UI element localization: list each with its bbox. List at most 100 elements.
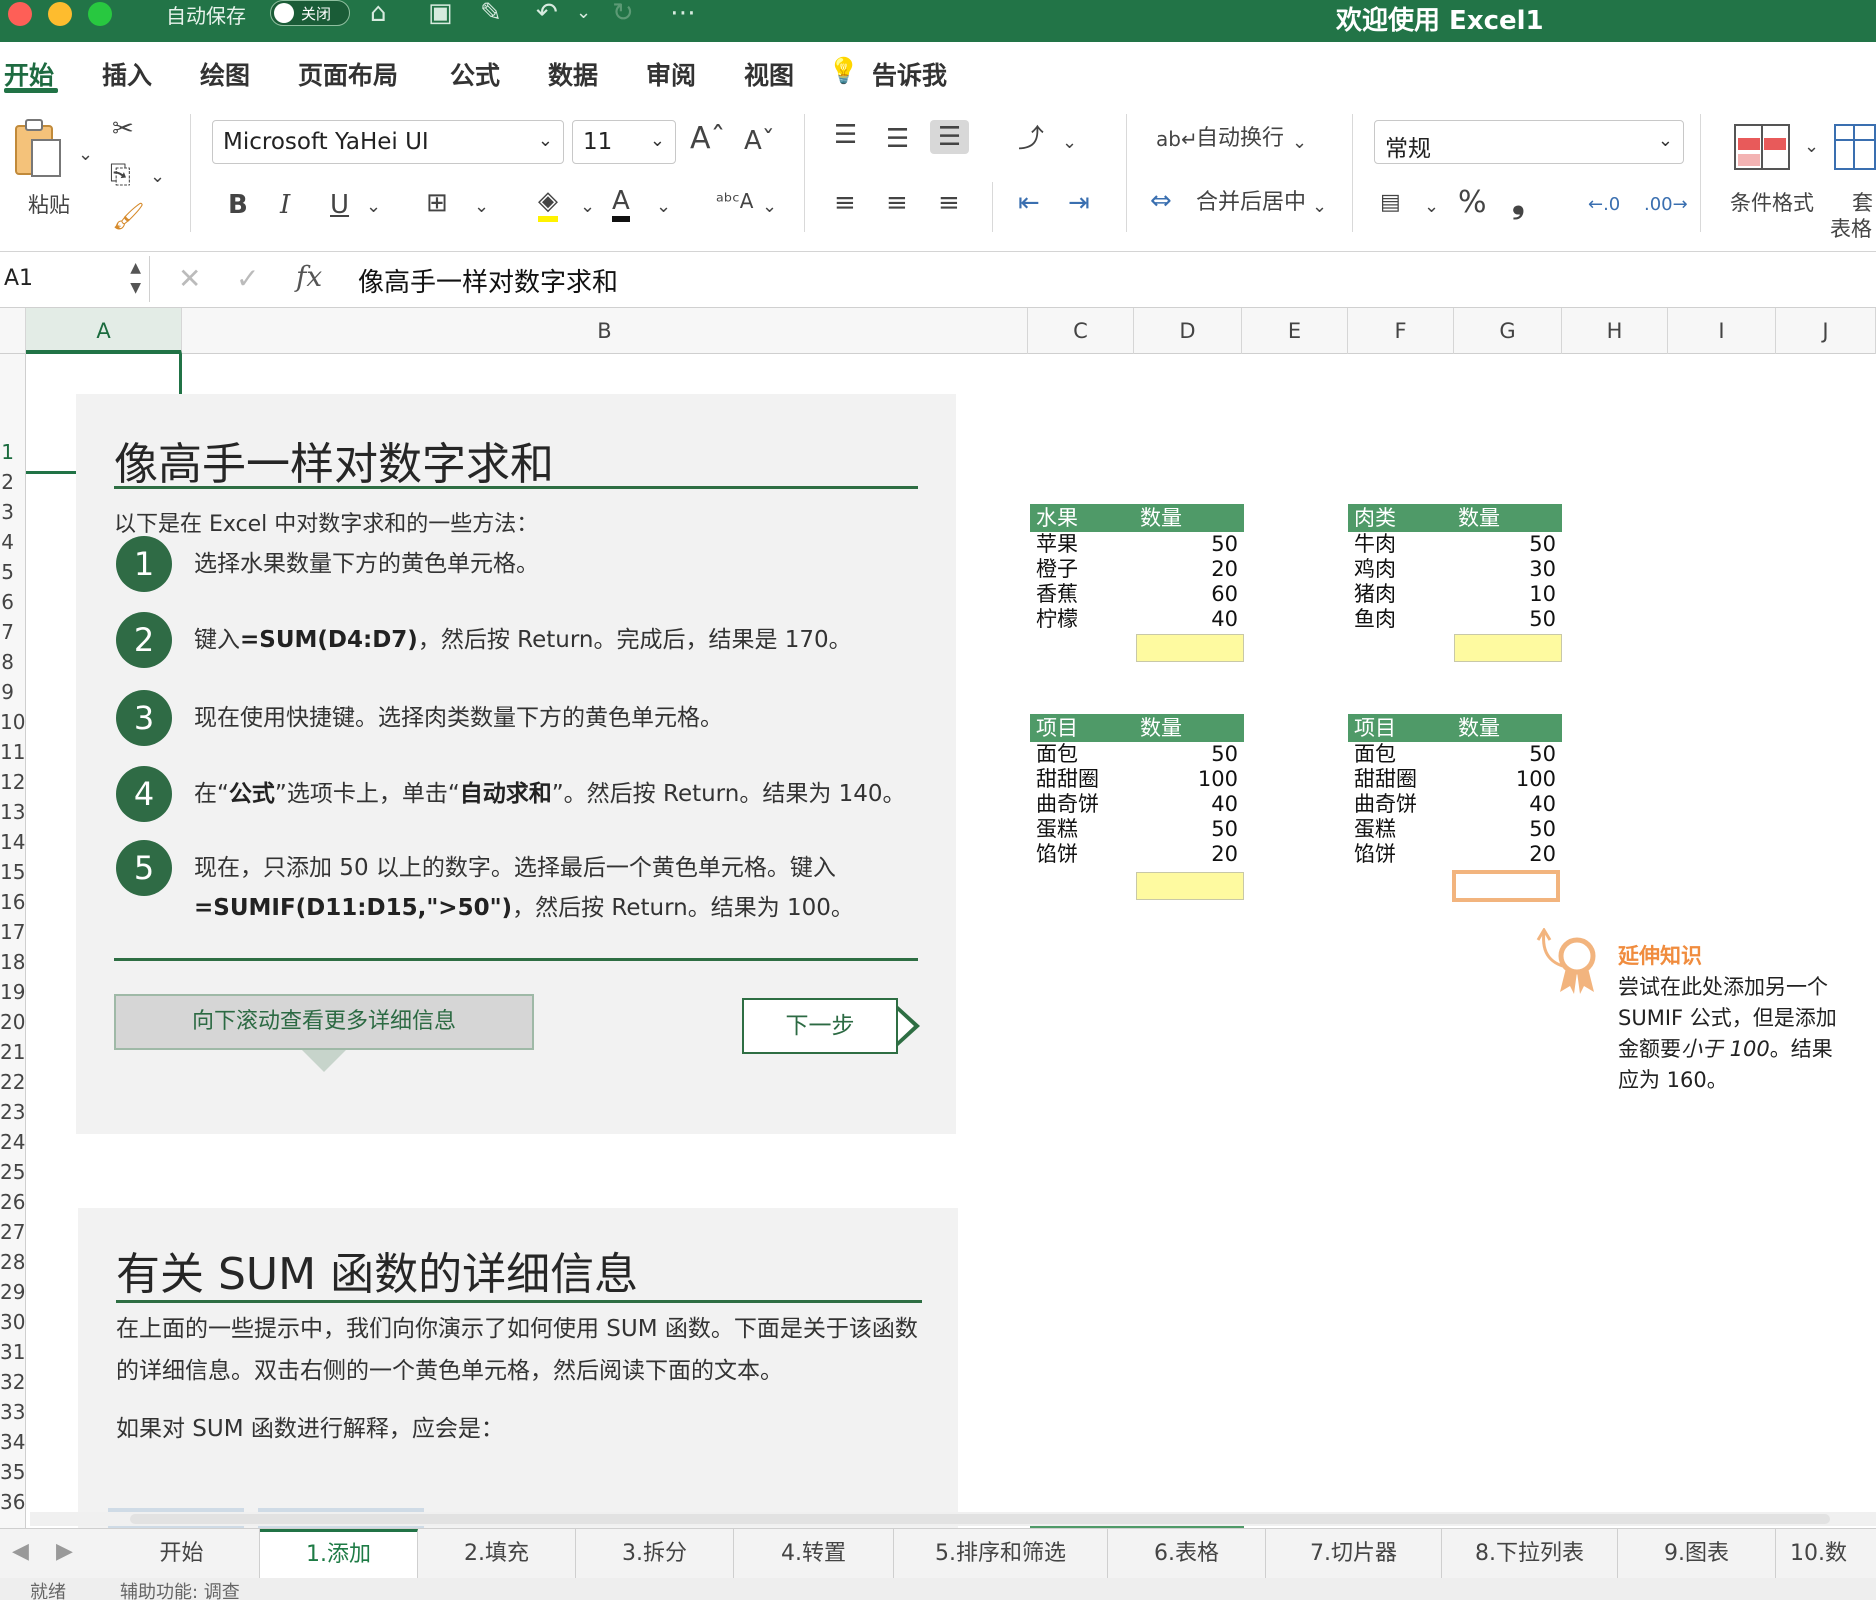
horizontal-scrollbar[interactable] bbox=[30, 1512, 1876, 1526]
undo-dropdown-icon[interactable]: ⌄ bbox=[576, 0, 591, 26]
align-middle-icon[interactable]: ☰ bbox=[886, 124, 909, 154]
row-header[interactable]: 28 bbox=[0, 1250, 25, 1274]
row-header[interactable]: 36 bbox=[0, 1490, 25, 1514]
accounting-dropdown-icon[interactable]: ⌄ bbox=[1424, 192, 1439, 222]
column-header[interactable]: B bbox=[182, 308, 1028, 354]
column-header[interactable]: I bbox=[1668, 308, 1776, 354]
row-header[interactable]: 25 bbox=[0, 1160, 25, 1184]
column-header[interactable]: J bbox=[1776, 308, 1876, 354]
meat-total-cell[interactable] bbox=[1454, 634, 1562, 662]
row-header[interactable]: 23 bbox=[0, 1100, 25, 1124]
row-header[interactable]: 34 bbox=[0, 1430, 25, 1454]
autosave-toggle[interactable]: 关闭 bbox=[270, 0, 350, 26]
items-total-cell[interactable] bbox=[1136, 872, 1244, 900]
row-header[interactable]: 22 bbox=[0, 1070, 25, 1094]
table-row[interactable]: 曲奇饼 40 bbox=[1348, 792, 1562, 817]
decrease-decimal-icon[interactable]: .00→ bbox=[1644, 190, 1688, 220]
formula-input[interactable]: 像高手一样对数字求和 bbox=[358, 262, 618, 299]
scrollbar-thumb[interactable] bbox=[130, 1514, 1830, 1524]
bold-button[interactable]: B bbox=[228, 190, 248, 220]
undo-icon[interactable]: ↶ bbox=[536, 0, 558, 26]
tab-home[interactable]: 开始 bbox=[4, 56, 54, 92]
row-header[interactable]: 11 bbox=[0, 740, 25, 764]
row-header[interactable]: 24 bbox=[0, 1130, 25, 1154]
decrease-font-size-icon[interactable]: Aˇ bbox=[744, 126, 775, 156]
font-size-dropdown[interactable]: 11 ⌄ bbox=[572, 120, 676, 164]
row-header[interactable]: 31 bbox=[0, 1340, 25, 1364]
table-row[interactable]: 面包 50 bbox=[1348, 742, 1562, 767]
row-header[interactable]: 13 bbox=[0, 800, 25, 824]
prev-sheet-icon[interactable]: ◀ bbox=[12, 1539, 29, 1564]
scroll-more-button[interactable]: 向下滚动查看更多详细信息 bbox=[114, 994, 534, 1050]
row-header[interactable]: 18 bbox=[0, 950, 25, 974]
table-row[interactable]: 柠檬 40 bbox=[1030, 607, 1244, 632]
wrap-text-dropdown-icon[interactable]: ⌄ bbox=[1292, 128, 1307, 158]
increase-indent-icon[interactable]: ⇥ bbox=[1068, 188, 1090, 218]
italic-button[interactable]: I bbox=[280, 190, 290, 220]
sheet-tab[interactable]: 开始 bbox=[104, 1529, 260, 1579]
increase-font-size-icon[interactable]: Aˆ bbox=[690, 124, 726, 154]
comma-style-button[interactable]: ❟ bbox=[1512, 185, 1525, 217]
table-row[interactable]: 蛋糕 50 bbox=[1348, 817, 1562, 842]
text-effects-icon[interactable]: ᵃᵇᶜA bbox=[716, 186, 753, 216]
conditional-format-icon[interactable] bbox=[1734, 124, 1790, 170]
row-header[interactable]: 9 bbox=[0, 680, 25, 704]
format-painter-icon[interactable]: 🖌 bbox=[112, 202, 145, 232]
table-row[interactable]: 馅饼 20 bbox=[1348, 842, 1562, 867]
row-header[interactable]: 10 bbox=[0, 710, 25, 734]
sheet-tab[interactable]: 3.拆分 bbox=[576, 1529, 734, 1579]
row-header[interactable]: 26 bbox=[0, 1190, 25, 1214]
table-row[interactable]: 甜甜圈 100 bbox=[1348, 767, 1562, 792]
enter-formula-icon[interactable]: ✓ bbox=[236, 262, 259, 295]
row-header[interactable]: 19 bbox=[0, 980, 25, 1004]
text-effects-dropdown-icon[interactable]: ⌄ bbox=[762, 192, 777, 222]
underline-button[interactable]: U bbox=[330, 190, 349, 220]
cut-icon[interactable]: ✂ bbox=[112, 114, 134, 144]
table-row[interactable]: 曲奇饼 40 bbox=[1030, 792, 1244, 817]
row-header[interactable]: 5 bbox=[0, 560, 25, 584]
orientation-icon[interactable]: ⤴ bbox=[1018, 124, 1044, 154]
column-header[interactable]: F bbox=[1348, 308, 1454, 354]
row-header[interactable]: 6 bbox=[0, 590, 25, 614]
tab-data[interactable]: 数据 bbox=[548, 56, 598, 92]
next-sheet-icon[interactable]: ▶ bbox=[56, 1539, 73, 1564]
orientation-dropdown-icon[interactable]: ⌄ bbox=[1062, 128, 1077, 158]
next-step-button[interactable]: 下一步 bbox=[742, 998, 898, 1054]
row-header[interactable]: 29 bbox=[0, 1280, 25, 1304]
sheet-tab[interactable]: 6.表格 bbox=[1108, 1529, 1266, 1579]
table-row[interactable]: 牛肉 50 bbox=[1348, 532, 1562, 557]
sheet-tab[interactable]: 8.下拉列表 bbox=[1442, 1529, 1618, 1579]
percent-button[interactable]: % bbox=[1458, 188, 1487, 218]
window-maximize-button[interactable] bbox=[88, 2, 112, 26]
row-header[interactable]: 15 bbox=[0, 860, 25, 884]
table-row[interactable]: 橙子 20 bbox=[1030, 557, 1244, 582]
align-right-icon[interactable]: ≡ bbox=[938, 188, 960, 218]
decrease-indent-icon[interactable]: ⇤ bbox=[1018, 188, 1040, 218]
accounting-format-icon[interactable]: ▤ bbox=[1380, 188, 1401, 218]
sheet-tab[interactable]: 7.切片器 bbox=[1266, 1529, 1442, 1579]
column-header[interactable]: G bbox=[1454, 308, 1562, 354]
table-row[interactable]: 甜甜圈 100 bbox=[1030, 767, 1244, 792]
conditional-format-dropdown-icon[interactable]: ⌄ bbox=[1804, 132, 1819, 162]
sheet-tab[interactable]: 9.图表 bbox=[1618, 1529, 1776, 1579]
paste-button[interactable] bbox=[12, 118, 62, 188]
column-header[interactable]: E bbox=[1242, 308, 1348, 354]
tab-view[interactable]: 视图 bbox=[744, 56, 794, 92]
row-header[interactable]: 14 bbox=[0, 830, 25, 854]
tell-me-search[interactable]: 告诉我 bbox=[872, 56, 947, 92]
align-bottom-icon[interactable]: ☰ bbox=[930, 120, 970, 154]
tab-formulas[interactable]: 公式 bbox=[450, 56, 500, 92]
merge-center-dropdown-icon[interactable]: ⌄ bbox=[1312, 192, 1327, 222]
home-icon[interactable]: ⌂ bbox=[370, 0, 387, 26]
sheet-tab[interactable]: 4.转置 bbox=[734, 1529, 894, 1579]
align-top-icon[interactable]: ☰ bbox=[834, 120, 857, 150]
row-header[interactable]: 16 bbox=[0, 890, 25, 914]
wrap-text-button[interactable]: 自动换行 bbox=[1196, 124, 1284, 154]
row-header[interactable]: 21 bbox=[0, 1040, 25, 1064]
format-as-table-icon[interactable] bbox=[1834, 124, 1876, 170]
column-header[interactable]: A bbox=[26, 308, 182, 354]
paste-dropdown-icon[interactable]: ⌄ bbox=[78, 140, 93, 170]
fill-color-dropdown-icon[interactable]: ⌄ bbox=[580, 192, 595, 222]
challenge-total-cell[interactable] bbox=[1452, 870, 1560, 902]
table-row[interactable]: 蛋糕 50 bbox=[1030, 817, 1244, 842]
